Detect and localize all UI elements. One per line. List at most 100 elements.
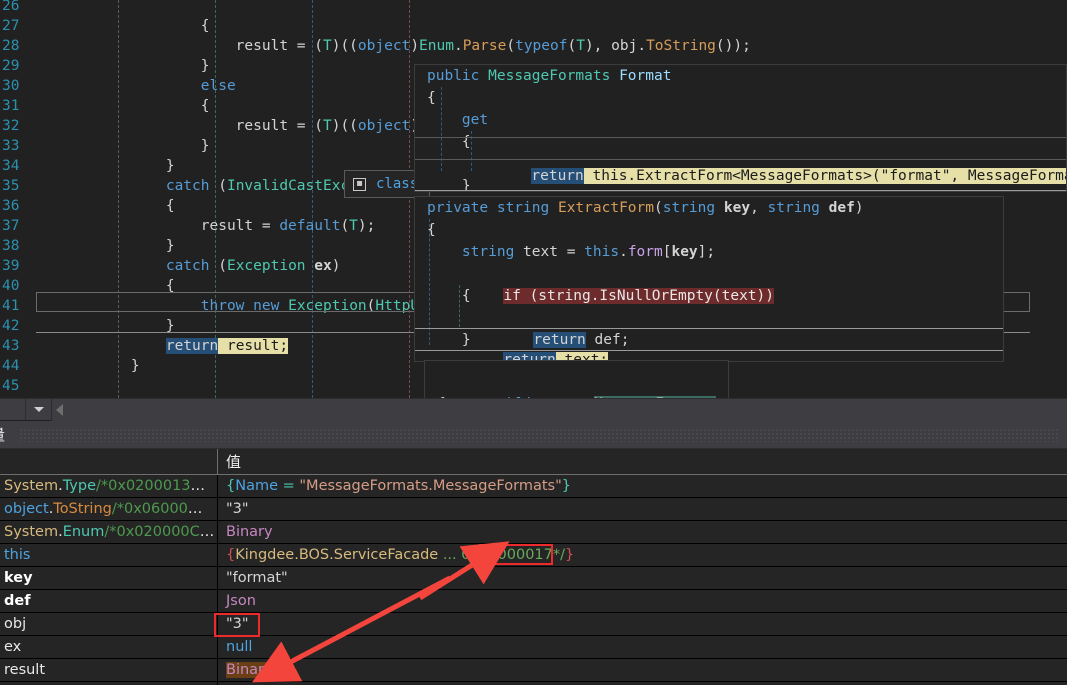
column-header-value[interactable]: 值 (218, 449, 1067, 474)
variable-value-cell[interactable]: "format" (218, 567, 1067, 589)
line-text: { (96, 276, 175, 296)
line-number: 27 (2, 18, 20, 34)
code-token: Exception (288, 298, 367, 314)
variable-value-cell[interactable]: null (218, 636, 1067, 658)
variable-name-cell[interactable]: obj (0, 613, 218, 635)
scroll-left-icon[interactable] (56, 403, 63, 416)
code-token: private (427, 200, 489, 216)
line-text: } (96, 236, 175, 256)
code-token: Parse (462, 38, 507, 54)
line-number: 36 (2, 198, 20, 214)
table-row[interactable]: System.Enum/*0x020000C… Binary (0, 521, 1067, 544)
table-row[interactable]: System.Type/*0x0200013… {Name = "MessageF… (0, 475, 1067, 498)
variable-value-cell[interactable]: {Kingdee.BOS.ServiceFacade ... 0x0200001… (218, 544, 1067, 566)
table-row[interactable]: key "format" (0, 567, 1067, 590)
code-line[interactable]: 26 (0, 0, 1067, 16)
line-number: 45 (2, 378, 20, 394)
panel-drag-handle[interactable] (19, 427, 1059, 442)
chevron-down-icon (33, 407, 44, 412)
code-token: ( (340, 218, 350, 234)
code-token: catch (165, 258, 210, 274)
variable-name-cell[interactable]: System.Enum/*0x020000C… (0, 521, 218, 543)
variable-name-cell[interactable]: result (0, 659, 218, 681)
code-token: string (496, 200, 550, 216)
popup-extract-inner-return: return def; (533, 332, 630, 348)
code-token: key (723, 200, 751, 216)
editor-dropdown-button[interactable] (26, 398, 52, 421)
variable-value-cell[interactable]: "3" (218, 613, 1067, 635)
variable-value-token: Name (235, 478, 279, 494)
code-token: { (96, 18, 210, 34)
line-number: 41 (2, 298, 20, 314)
variable-name-cell[interactable]: System.Type/*0x0200013… (0, 475, 218, 497)
code-token: result = (96, 218, 280, 234)
variable-name-token: key (4, 570, 33, 586)
variable-name-cell[interactable]: ex (0, 636, 218, 658)
line-number: 32 (2, 118, 20, 134)
variable-value-cell[interactable]: Binary (218, 659, 1067, 681)
variable-value-token: { (226, 478, 236, 494)
locals-panel-title: 量 (0, 424, 5, 445)
editor-bottom-bar[interactable] (0, 398, 1067, 421)
popup-extractform-method[interactable]: private string ExtractForm(string key, s… (414, 196, 1004, 362)
variable-name-token: /*0x0200013 (96, 478, 191, 494)
variable-value-cell[interactable]: Binary (218, 521, 1067, 543)
code-line[interactable]: 28 result = (T)((object)Enum.Parse(typeo… (0, 36, 1067, 56)
line-number: 29 (2, 58, 20, 74)
variable-name-cell[interactable]: key (0, 567, 218, 589)
popup-format-highlight-line: return this.ExtractForm<MessageFormats>(… (479, 143, 1066, 184)
variable-name-cell[interactable]: object.ToString/*0x06000… (0, 498, 218, 520)
table-row[interactable]: this {Kingdee.BOS.ServiceFacade ... 0x020… (0, 544, 1067, 567)
code-token: catch (165, 178, 210, 194)
code-token: object (357, 118, 411, 134)
code-token: form (627, 244, 663, 260)
popup-format-property[interactable]: public MessageFormats Format{ get { }} r… (414, 64, 1067, 192)
line-number: 33 (2, 138, 20, 154)
class-tooltip-label: class (376, 176, 419, 192)
code-token: T (349, 218, 358, 234)
code-token: )(( (331, 118, 358, 134)
variable-value-token: Kingdee.BOS.ServiceFacade (235, 547, 439, 563)
variable-value-cell[interactable]: {Name = "MessageFormats.MessageFormats"} (218, 475, 1067, 497)
code-token: Enum (419, 38, 454, 54)
variable-value-cell[interactable]: "3" (218, 498, 1067, 520)
variable-name-cell[interactable]: def (0, 590, 218, 612)
table-row[interactable]: object.ToString/*0x06000… "3" (0, 498, 1067, 521)
table-row[interactable]: def Json (0, 590, 1067, 613)
code-token: throw (200, 298, 245, 314)
horizontal-scrollbar[interactable] (52, 398, 1067, 421)
code-token: . (453, 38, 463, 54)
variable-name-cell[interactable]: this (0, 544, 218, 566)
variable-value-token: { (226, 547, 236, 563)
locals-table[interactable]: 值 System.Type/*0x0200013… {Name = "Messag… (0, 449, 1067, 685)
variable-name-token: Type (62, 478, 96, 494)
code-token: ExtractForm (557, 200, 654, 216)
variable-value-cell[interactable]: Json (218, 590, 1067, 612)
popup-extract-error-line: if (string.IsNullOrEmpty(text)) (503, 288, 775, 304)
table-row[interactable]: result Binary (0, 659, 1067, 682)
variable-name-token: object (4, 501, 49, 517)
table-row[interactable]: ex null (0, 636, 1067, 659)
return-keyword-highlight: return (531, 168, 584, 184)
code-line[interactable]: 27 { (0, 16, 1067, 36)
line-number: 38 (2, 238, 20, 254)
variable-name-token: Enum (62, 524, 105, 540)
variable-name-token: System (4, 478, 59, 494)
code-token: this (584, 244, 620, 260)
popup-code-line: private string ExtractForm(string key, s… (415, 197, 1003, 219)
enum-declaration: public enum MessageFormats (437, 371, 717, 412)
code-token: ( (567, 38, 577, 54)
line-text: } (96, 56, 210, 76)
table-row[interactable]: obj "3" (0, 613, 1067, 636)
code-token: )(( (331, 38, 358, 54)
line-text: { (96, 16, 210, 36)
column-header-name[interactable] (0, 449, 218, 474)
line-text: { (96, 196, 175, 216)
variable-name-token: System (4, 524, 59, 540)
code-token: { (427, 90, 436, 106)
